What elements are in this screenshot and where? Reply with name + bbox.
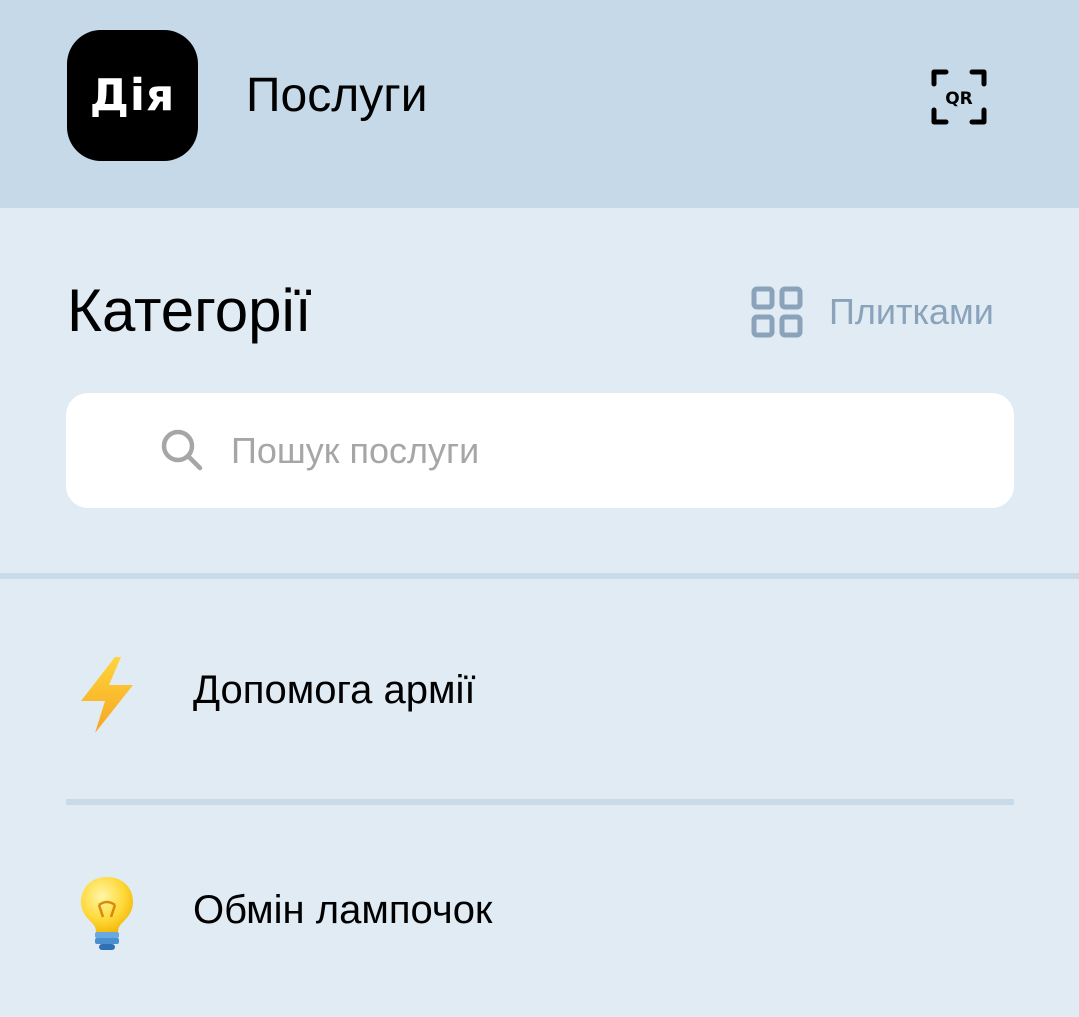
logo-text: Дія — [89, 70, 176, 121]
search-icon — [159, 427, 205, 473]
search-input[interactable] — [231, 393, 991, 508]
category-label: Обмін лампочок — [193, 888, 493, 932]
search-bar[interactable] — [66, 393, 1014, 508]
lightning-icon — [81, 657, 133, 733]
lightbulb-icon — [81, 877, 133, 950]
tile-view-toggle[interactable]: Плитками — [751, 286, 994, 338]
list-divider — [66, 799, 1014, 805]
category-label: Допомога армії — [193, 668, 476, 712]
view-toggle-label: Плитками — [829, 291, 994, 332]
qr-label: QR — [945, 89, 973, 109]
page-title: Послуги — [246, 69, 428, 122]
diia-logo[interactable]: Дія — [67, 30, 198, 161]
categories-title: Категорії — [67, 277, 312, 344]
category-item-bulb-exchange[interactable]: Обмін лампочок — [0, 835, 1079, 985]
grid-icon — [751, 286, 803, 338]
category-item-army-help[interactable]: Допомога армії — [0, 615, 1079, 765]
top-bar: Дія Послуги QR — [0, 0, 1079, 208]
qr-scan-icon: QR — [931, 69, 987, 125]
section-divider — [0, 573, 1079, 579]
qr-scan-button[interactable]: QR — [926, 64, 992, 130]
